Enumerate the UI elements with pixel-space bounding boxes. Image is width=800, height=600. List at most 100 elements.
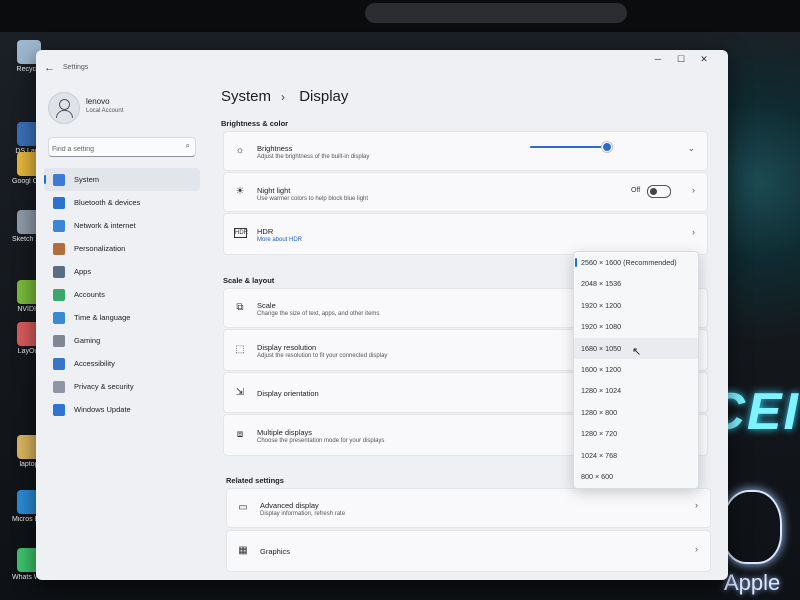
sidebar-item-label: Privacy & security (74, 382, 134, 391)
graphics-icon: ▦ (238, 545, 248, 556)
resolution-icon: ⬚ (235, 344, 245, 355)
resolution-option[interactable]: 2560 × 1600 (Recommended) (574, 252, 698, 273)
accounts-icon (53, 288, 65, 301)
graphics-title: Graphics (260, 547, 291, 556)
sidebar-item-label: Windows Update (74, 405, 131, 414)
sidebar-item-system[interactable]: System (44, 168, 200, 191)
brightness-slider-thumb[interactable] (601, 142, 612, 152)
sidebar-item-windows-update[interactable]: Windows Update (44, 398, 200, 421)
sidebar-item-time-language[interactable]: Time & language (44, 306, 200, 329)
resolution-option[interactable]: 1600 × 1200 (574, 359, 698, 380)
chevron-right-icon[interactable]: › (695, 500, 698, 510)
user-name: lenovo (86, 97, 110, 106)
breadcrumb-parent[interactable]: System (221, 88, 271, 105)
sun-icon: ☼ (235, 145, 245, 156)
back-arrow-icon[interactable]: ← (44, 62, 55, 74)
breadcrumb: System › Display (221, 88, 358, 105)
resolution-option[interactable]: 1024 × 768 (574, 445, 698, 466)
display-resolution-subtitle: Adjust the resolution to fit your connec… (257, 353, 388, 359)
sidebar-item-accounts[interactable]: Accounts (44, 283, 200, 306)
section-brightness-color: Brightness & color (221, 119, 289, 128)
sidebar-item-label: Personalization (74, 244, 126, 253)
brightness-title: Brightness (257, 144, 293, 153)
network-icon (53, 219, 65, 232)
wallpaper-brand-text: Apple (724, 570, 781, 595)
search-icon[interactable]: ⌕ (186, 141, 190, 151)
sidebar-item-gaming[interactable]: Gaming (44, 329, 200, 352)
section-scale-layout: Scale & layout (223, 276, 275, 285)
resolution-option[interactable]: 800 × 600 (574, 466, 698, 487)
hdr-link[interactable]: More about HDR (257, 237, 302, 243)
brightness-slider[interactable] (530, 142, 612, 152)
resolution-option[interactable]: 1920 × 1200 (574, 295, 698, 316)
scale-icon: ⧉ (236, 302, 244, 313)
page-title: Display (299, 88, 349, 105)
sidebar-item-label: Time & language (74, 313, 131, 322)
sidebar-item-label: Accessibility (74, 359, 115, 368)
night-light-toggle[interactable] (647, 185, 671, 198)
chevron-down-icon[interactable]: ⌄ (687, 143, 695, 154)
sidebar-item-label: Apps (74, 267, 92, 276)
sidebar-item-privacy-security[interactable]: Privacy & security (44, 375, 200, 398)
search-input[interactable] (49, 141, 174, 158)
advanced-display-title: Advanced display (260, 501, 319, 510)
advanced-display-card[interactable]: ▭ Advanced display Display information, … (226, 488, 711, 528)
maximize-button[interactable]: ☐ (669, 54, 693, 65)
windows-update-icon (53, 403, 65, 416)
window-title: Settings (63, 64, 89, 71)
sidebar-item-label: Accounts (74, 290, 105, 299)
resolution-option[interactable]: 1280 × 800 (574, 402, 698, 423)
search-box[interactable]: ⌕ (48, 137, 196, 158)
time-language-icon (53, 311, 65, 324)
hdr-icon: HDR (234, 228, 248, 238)
sidebar-nav: System Bluetooth & devices Network & inter… (44, 168, 200, 421)
minimize-button[interactable]: ─ (646, 54, 670, 64)
sidebar-item-personalization[interactable]: Personalization (44, 237, 200, 260)
graphics-card[interactable]: ▦ Graphics › (226, 530, 711, 572)
display-orientation-title: Display orientation (257, 389, 319, 398)
night-light-card[interactable]: ☀ Night light Use warmer colors to help … (223, 172, 708, 212)
sidebar-item-bluetooth-devices[interactable]: Bluetooth & devices (44, 191, 200, 214)
resolution-option[interactable]: 1280 × 1024 (574, 380, 698, 401)
resolution-option[interactable]: 2048 × 1536 (574, 273, 698, 294)
chevron-right-icon[interactable]: › (692, 185, 695, 195)
sidebar-item-apps[interactable]: Apps (44, 260, 200, 283)
sidebar-item-label: System (74, 175, 100, 184)
sidebar-item-label: Gaming (74, 336, 101, 345)
hdr-title: HDR (257, 227, 274, 236)
apple-logo-icon (722, 490, 782, 564)
multiple-displays-icon: ⧈ (236, 429, 244, 440)
multiple-displays-subtitle: Choose the presentation mode for your di… (257, 438, 385, 444)
chevron-right-icon[interactable]: › (692, 227, 695, 237)
accessibility-icon (53, 357, 65, 370)
brightness-card[interactable]: ☼ Brightness Adjust the brightness of th… (223, 131, 708, 171)
title-bar: ← Settings ─ ☐ ✕ (36, 50, 728, 84)
resolution-option[interactable]: 1920 × 1080 (574, 316, 698, 337)
camera-notch (365, 3, 627, 23)
system-icon (53, 173, 65, 186)
gaming-icon (53, 334, 65, 347)
night-light-subtitle: Use warmer colors to help block blue lig… (257, 196, 369, 202)
sidebar-item-label: Network & internet (74, 221, 136, 230)
display-resolution-title: Display resolution (257, 343, 317, 352)
resolution-dropdown-list[interactable]: 2560 × 1600 (Recommended) 2048 × 1536 1920… (573, 251, 699, 489)
screen-bezel (0, 0, 800, 32)
personalization-icon (53, 242, 65, 255)
night-light-state: Off (631, 187, 641, 194)
chevron-right-icon[interactable]: › (695, 544, 698, 554)
multiple-displays-title: Multiple displays (257, 428, 313, 437)
close-button[interactable]: ✕ (692, 54, 716, 65)
bluetooth-icon (53, 196, 65, 209)
resolution-option[interactable]: 1280 × 720 (574, 423, 698, 444)
apps-icon (53, 265, 65, 278)
sidebar-item-network-internet[interactable]: Network & internet (44, 214, 200, 237)
hdr-card[interactable]: HDR HDR More about HDR › (223, 213, 708, 255)
night-light-title: Night light (257, 186, 291, 195)
sidebar-item-accessibility[interactable]: Accessibility (44, 352, 200, 375)
account-type: Local Account (86, 108, 124, 114)
brightness-subtitle: Adjust the brightness of the built-in di… (257, 154, 370, 160)
brightness-slider-fill (530, 146, 606, 148)
scale-title: Scale (257, 301, 276, 310)
section-related-settings: Related settings (226, 476, 284, 485)
avatar (48, 92, 80, 124)
